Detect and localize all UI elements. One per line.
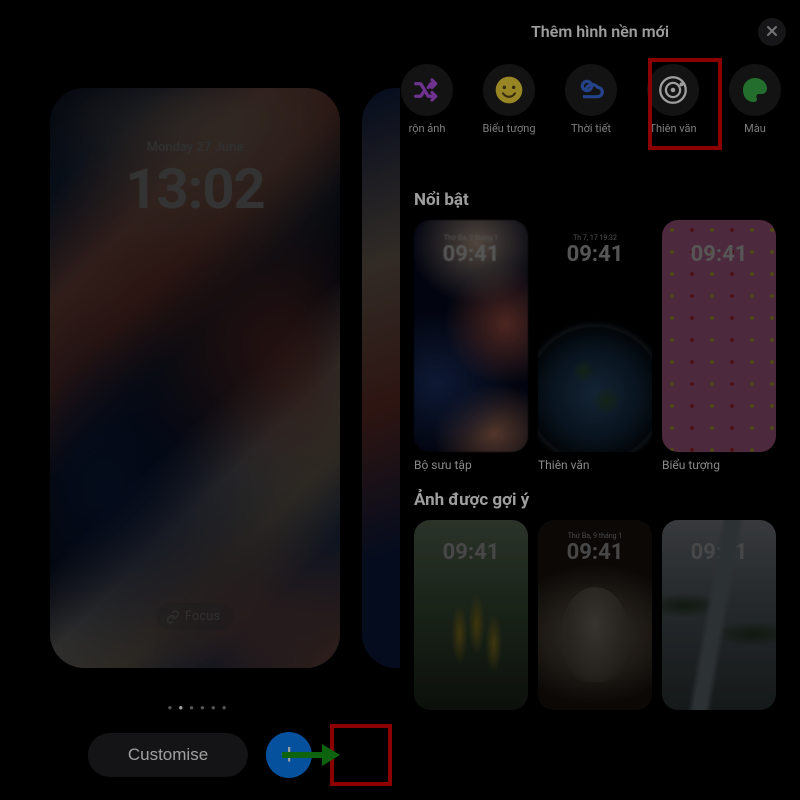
wallpaper-thumb-emoji[interactable]: 09:41 bbox=[662, 220, 776, 452]
focus-label: Focus bbox=[185, 609, 220, 624]
suggested-thumb-row: 09:41 Thứ Ba, 9 tháng 1 09:41 09:41 bbox=[400, 510, 800, 710]
category-astronomy[interactable]: Thiên văn bbox=[634, 64, 712, 135]
featured-thumb-row: Thứ Ba, 9 tháng 1 09:41 Bộ sưu tập Th 7,… bbox=[400, 210, 800, 472]
wallpaper-thumb-collection[interactable]: Thứ Ba, 9 tháng 1 09:41 bbox=[414, 220, 528, 452]
category-label: Biểu tượng bbox=[482, 122, 535, 135]
lock-screen-time: 13:02 bbox=[50, 156, 340, 222]
thumb-time: 09:41 bbox=[662, 540, 776, 565]
weather-icon bbox=[565, 64, 617, 116]
thumb-time: 09:41 bbox=[414, 242, 528, 267]
suggested-photo-thumb[interactable]: Thứ Ba, 9 tháng 1 09:41 bbox=[538, 520, 652, 710]
astronomy-icon bbox=[647, 64, 699, 116]
suggested-photo-thumb[interactable]: 09:41 bbox=[662, 520, 776, 710]
emoji-icon bbox=[483, 64, 535, 116]
category-row: rộn ảnh Biểu tượng Thời tiết Thiên văn M… bbox=[400, 64, 800, 135]
featured-section: Nổi bật Thứ Ba, 9 tháng 1 09:41 Bộ sưu t… bbox=[400, 190, 800, 472]
annotation-highlight-box bbox=[330, 724, 392, 786]
thumb-date: Thứ Ba, 9 tháng 1 bbox=[538, 532, 652, 540]
thumb-time: 09:41 bbox=[414, 540, 528, 565]
section-title: Ảnh được gợi ý bbox=[414, 490, 800, 510]
add-wallpaper-button[interactable]: + bbox=[266, 732, 312, 778]
category-label: Màu bbox=[744, 122, 766, 135]
lock-screen-customise-pane: Monday 27 June 13:02 Focus ●●●●●● Custom… bbox=[0, 0, 400, 800]
wallpaper-preview-card-next[interactable] bbox=[362, 88, 400, 668]
thumb-label: Bộ sưu tập bbox=[414, 458, 528, 472]
close-icon bbox=[766, 24, 778, 40]
category-label: Thời tiết bbox=[571, 122, 611, 135]
palette-icon bbox=[729, 64, 781, 116]
shuffle-icon bbox=[401, 64, 453, 116]
suggested-section: Ảnh được gợi ý 09:41 Thứ Ba, 9 tháng 1 0… bbox=[400, 490, 800, 710]
category-weather[interactable]: Thời tiết bbox=[552, 64, 630, 135]
category-color[interactable]: Màu bbox=[716, 64, 794, 135]
category-label: rộn ảnh bbox=[409, 122, 446, 135]
customise-bar: Customise + bbox=[88, 732, 312, 778]
page-indicator: ●●●●●● bbox=[0, 703, 400, 712]
lock-screen-date: Monday 27 June bbox=[50, 140, 340, 155]
link-icon bbox=[166, 610, 180, 624]
category-emoji[interactable]: Biểu tượng bbox=[470, 64, 548, 135]
wallpaper-preview-card[interactable]: Monday 27 June 13:02 Focus bbox=[50, 88, 340, 668]
add-wallpaper-sheet: Thêm hình nền mới rộn ảnh Biểu tượng Thờ… bbox=[400, 0, 800, 800]
customise-button[interactable]: Customise bbox=[88, 733, 248, 777]
section-title: Nổi bật bbox=[414, 190, 800, 210]
sheet-title: Thêm hình nền mới bbox=[400, 22, 800, 41]
category-photo-shuffle[interactable]: rộn ảnh bbox=[388, 64, 466, 135]
thumb-label: Biểu tượng bbox=[662, 458, 776, 472]
plus-icon: + bbox=[280, 738, 298, 772]
thumb-time: 09:41 bbox=[662, 242, 776, 267]
thumb-date: Thứ Ba, 9 tháng 1 bbox=[414, 234, 528, 242]
close-button[interactable] bbox=[758, 18, 786, 46]
thumb-time: 09:41 bbox=[538, 242, 652, 267]
thumb-time: 09:41 bbox=[538, 540, 652, 565]
focus-pill[interactable]: Focus bbox=[156, 603, 234, 630]
thumb-date: Th 7, 17 19:32 bbox=[538, 234, 652, 242]
suggested-photo-thumb[interactable]: 09:41 bbox=[414, 520, 528, 710]
category-label: Thiên văn bbox=[649, 122, 696, 135]
wallpaper-thumb-astronomy[interactable]: Th 7, 17 19:32 09:41 bbox=[538, 220, 652, 452]
thumb-label: Thiên văn bbox=[538, 458, 652, 472]
